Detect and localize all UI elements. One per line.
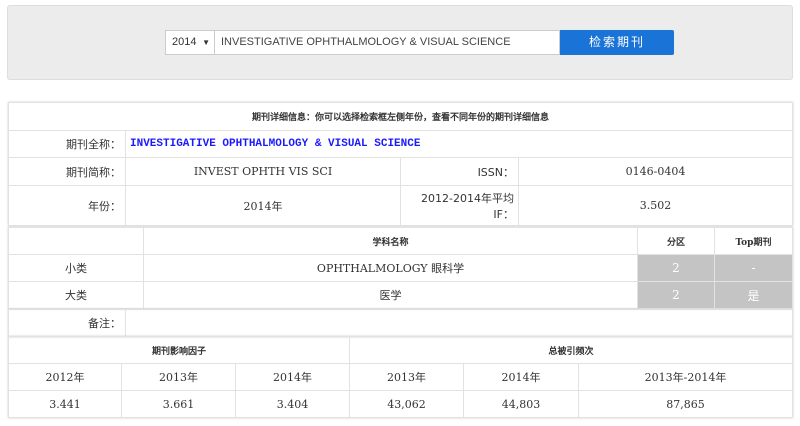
subject-zone: 2 [637, 281, 715, 309]
subject-table: 学科名称 分区 Top期刊 小类 OPHTHALMOLOGY 眼科学 2- 大类 医学 2 是 [8, 227, 793, 309]
subject-name: 医学 [143, 281, 638, 309]
stats-table: 期刊影响因子 总被引频次 2012年 2013年 2014年 2013年 2014年 201… [7, 336, 794, 418]
stats-column: 2014年 [234, 363, 351, 391]
subject-header-blank [8, 227, 144, 255]
stats-value: 3.404 [234, 390, 351, 418]
notes-label: 备注： [8, 309, 126, 337]
full-name-link[interactable]: INVESTIGATIVE OPHTHALMOLOGY & VISUAL SCI… [124, 130, 794, 158]
stats-column: 2012年 [8, 363, 122, 391]
subject-top: 是 [714, 281, 793, 309]
subject-header-top: Top期刊 [714, 227, 793, 255]
stats-value: 87,865 [578, 390, 794, 418]
full-name-label: 期刊全称： [8, 130, 126, 158]
issn-value: 0146-0404 [517, 157, 794, 186]
stats-value: 3.441 [8, 390, 122, 418]
notes-table: 备注： [8, 309, 793, 337]
abbr-value: INVEST OPHTH VIS SCI [125, 157, 401, 186]
journal-info-table: 期刊详细信息：你可以选择检索框左侧年份，查看不同年份的期刊详细信息 期刊全称： I… [7, 102, 794, 226]
journal-search-input[interactable]: INVESTIGATIVE OPHTHALMOLOGY & VISUAL SCI… [215, 30, 560, 55]
stats-value: 44,803 [463, 390, 580, 418]
dropdown-arrow-icon: ▼ [202, 38, 210, 47]
avg-if-value: 3.502 [517, 185, 794, 226]
subject-type: 小类 [8, 254, 144, 282]
info-header: 期刊详细信息：你可以选择检索框左侧年份，查看不同年份的期刊详细信息 [7, 102, 794, 131]
search-journal-button[interactable]: 检索期刊 [560, 30, 674, 55]
if-header: 期刊影响因子 [7, 336, 351, 364]
avg-if-label: 2012-2014年平均IF： [400, 185, 519, 226]
subject-header-name: 学科名称 [143, 227, 638, 255]
cite-header: 总被引频次 [349, 336, 794, 364]
subject-row: 大类 医学 2 是 [8, 281, 793, 309]
abbr-label: 期刊简称： [8, 157, 126, 186]
subject-type: 大类 [8, 281, 144, 309]
subject-name: OPHTHALMOLOGY 眼科学 [143, 254, 638, 282]
stats-column: 2013年-2014年 [578, 363, 794, 391]
notes-value [125, 309, 793, 337]
subject-zone: 2 [637, 254, 715, 282]
year-select[interactable]: 2014 ▼ [165, 30, 215, 55]
year-select-value: 2014 [172, 36, 197, 48]
stats-column: 2013年 [121, 363, 236, 391]
year-label: 年份： [8, 185, 126, 226]
subject-header-zone: 分区 [637, 227, 715, 255]
stats-column: 2014年 [463, 363, 580, 391]
subject-row: 小类 OPHTHALMOLOGY 眼科学 2- [8, 254, 793, 282]
year-value: 2014年 [125, 185, 401, 226]
stats-value: 3.661 [121, 390, 236, 418]
stats-column: 2013年 [349, 363, 465, 391]
subject-top: - [714, 254, 793, 282]
issn-label: ISSN： [400, 157, 519, 186]
stats-value: 43,062 [349, 390, 465, 418]
